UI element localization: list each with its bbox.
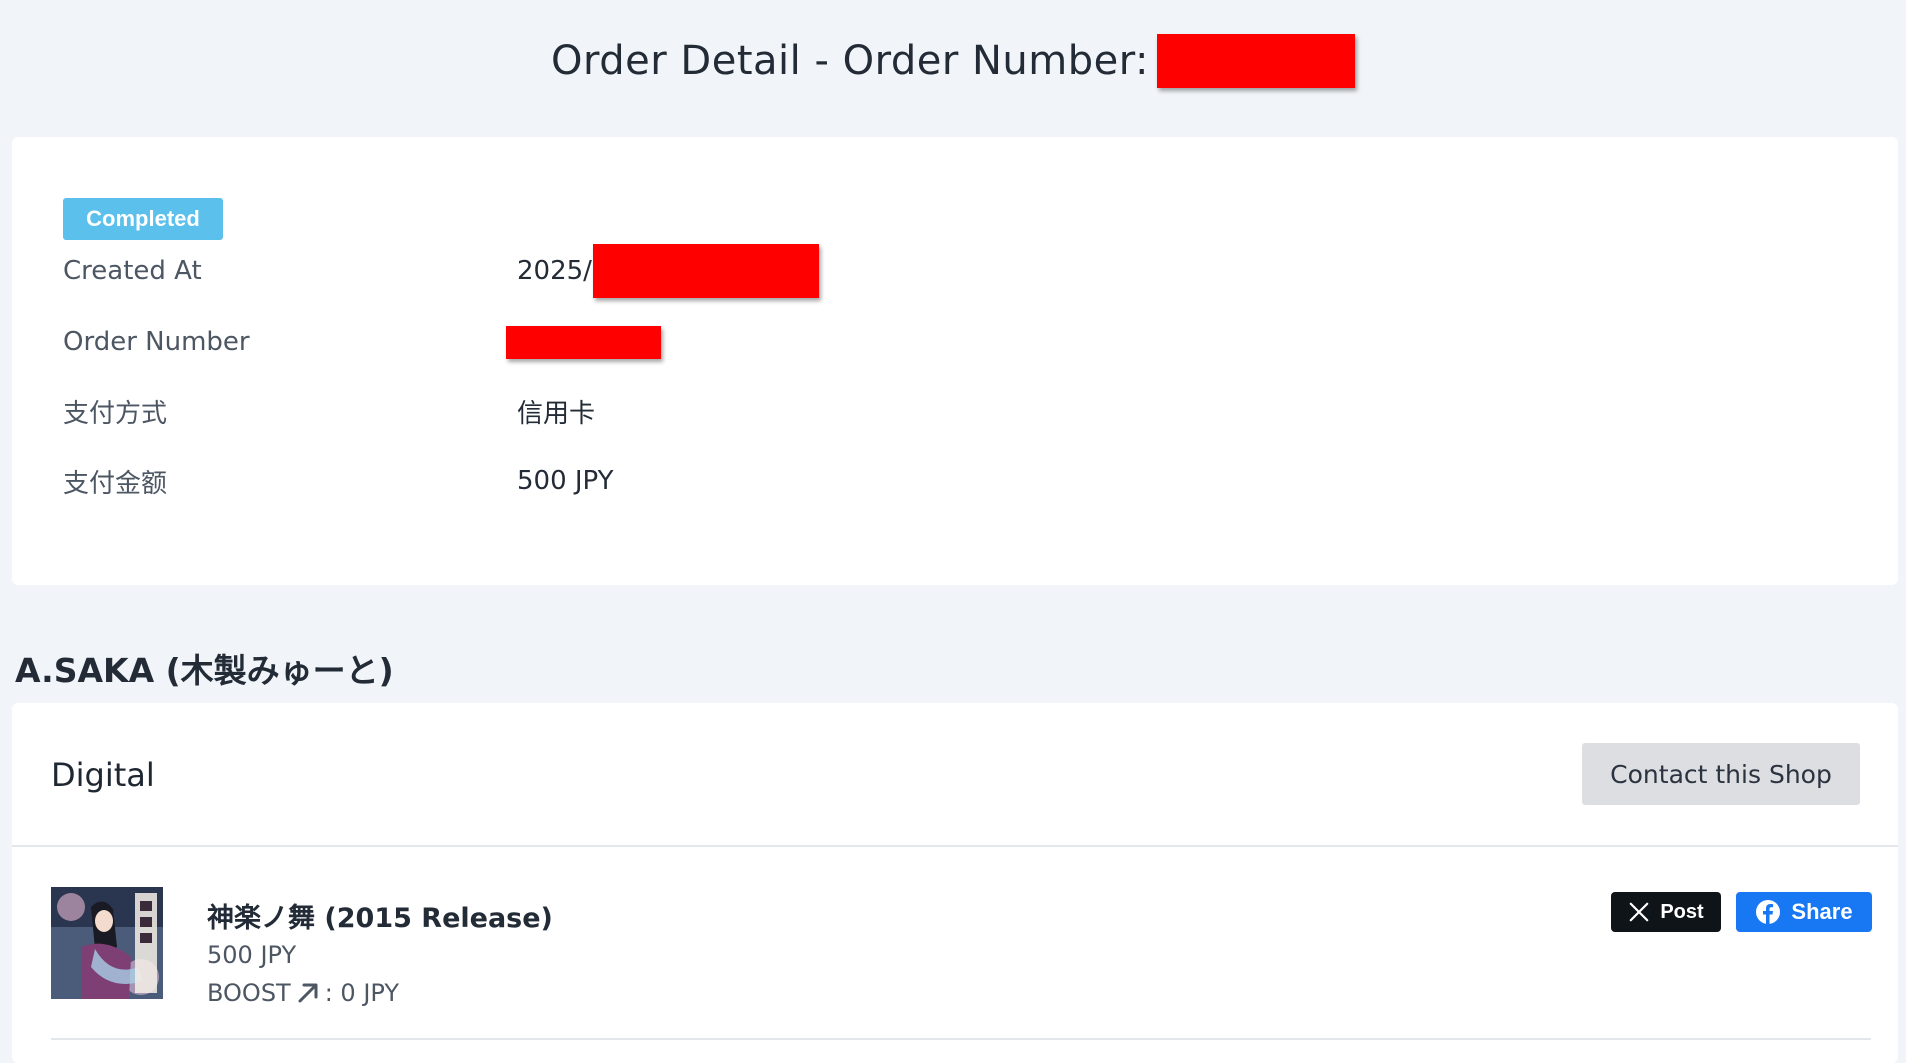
facebook-share-label: Share (1791, 899, 1853, 924)
redacted-order-number-value (506, 325, 661, 359)
info-row-created-at: Created At 2025/ (63, 244, 1863, 298)
payment-method-value: 信用卡 (517, 398, 596, 429)
product-price: 500 JPY (207, 941, 297, 969)
x-logo-icon (1629, 902, 1649, 922)
redacted-order-number (1156, 34, 1355, 88)
info-row-order-number: Order Number (63, 322, 1863, 362)
arrow-up-right-icon (298, 983, 318, 1003)
facebook-share-button[interactable]: Share (1736, 892, 1872, 932)
product-thumbnail-art (51, 887, 163, 999)
product-name[interactable]: 神楽ノ舞 (2015 Release) (207, 896, 553, 935)
order-number-value (506, 325, 661, 359)
redacted-created-at (592, 244, 819, 298)
shop-name[interactable]: A.SAKA (木製みゅーと) (15, 644, 394, 692)
payment-amount-label: 支付金额 (63, 468, 168, 499)
order-info-card: Completed Created At 2025/ Order Number … (12, 137, 1898, 585)
facebook-logo-icon (1756, 900, 1781, 924)
status-badge: Completed (63, 198, 223, 240)
shop-card-header: Digital Contact this Shop (12, 703, 1898, 847)
boost-value: : 0 JPY (324, 979, 400, 1007)
section-title-digital: Digital (51, 756, 155, 794)
page-header: Order Detail - Order Number: (0, 0, 1906, 122)
shop-card: Digital Contact this Shop 神楽ノ舞 (2015 Rel… (12, 703, 1898, 1063)
product-boost: BOOST : 0 JPY (207, 979, 399, 1007)
product-divider (51, 1038, 1871, 1040)
order-number-label: Order Number (63, 327, 250, 357)
created-at-value: 2025/ (517, 244, 819, 298)
boost-label: BOOST (207, 979, 291, 1007)
page-title: Order Detail - Order Number: (551, 34, 1355, 88)
x-post-button[interactable]: Post (1611, 892, 1721, 932)
contact-shop-button[interactable]: Contact this Shop (1582, 743, 1860, 805)
created-at-value-text: 2025/ (517, 256, 592, 286)
created-at-label: Created At (63, 256, 202, 286)
payment-method-label: 支付方式 (63, 398, 168, 429)
info-row-payment-amount: 支付金额 500 JPY (63, 461, 1863, 501)
payment-amount-value: 500 JPY (517, 466, 614, 496)
product-item: 神楽ノ舞 (2015 Release) 500 JPY BOOST : 0 JP… (51, 887, 1872, 1027)
x-post-label: Post (1660, 900, 1704, 923)
info-row-payment-method: 支付方式 信用卡 (63, 391, 1863, 431)
product-thumbnail[interactable] (51, 887, 163, 999)
page-title-text: Order Detail - Order Number: (551, 38, 1149, 84)
